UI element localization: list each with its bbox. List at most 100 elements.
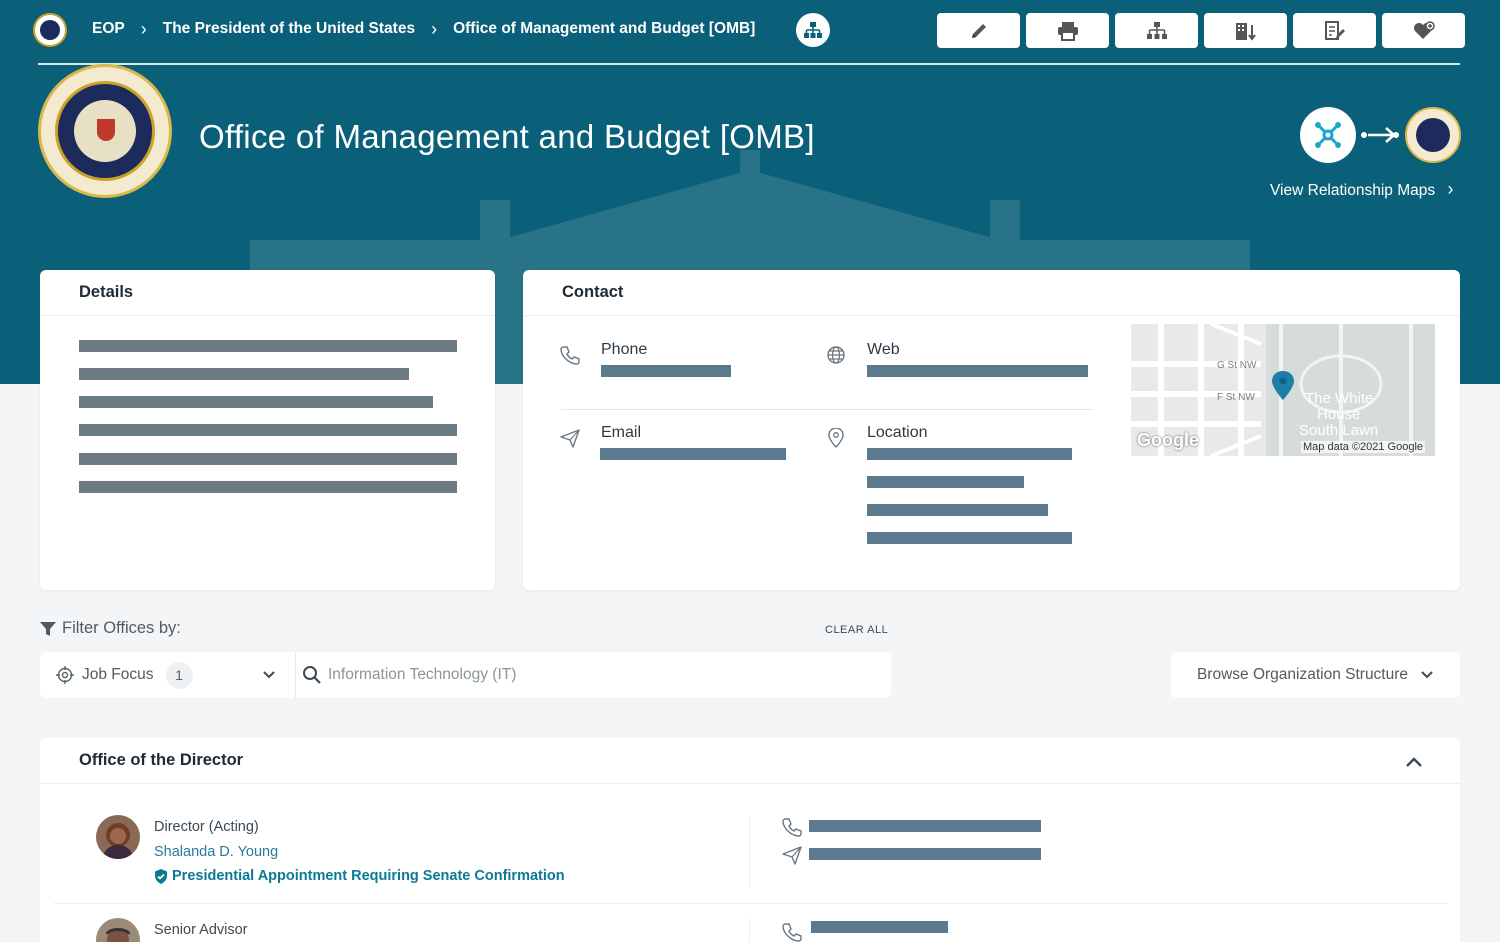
contact-heading: Contact (523, 270, 1460, 316)
browse-organization-dropdown[interactable]: Browse Organization Structure (1171, 652, 1460, 698)
breadcrumb-president[interactable]: The President of the United States (163, 20, 415, 38)
map-street-label: G St NW (1217, 360, 1257, 371)
redacted-location-line (867, 476, 1024, 488)
badge-label: Presidential Appointment Requiring Senat… (172, 868, 565, 884)
edit-button[interactable] (937, 13, 1020, 48)
redacted-location-line (867, 448, 1072, 460)
person-name-link[interactable]: Shalanda D. Young (154, 844, 278, 860)
send-icon (560, 429, 580, 448)
phone-icon (560, 346, 580, 365)
send-icon (782, 846, 802, 865)
browse-label: Browse Organization Structure (1196, 666, 1409, 683)
location-pin-icon (828, 428, 844, 448)
details-heading: Details (40, 270, 495, 316)
edit-document-button[interactable] (1293, 13, 1376, 48)
search-icon (303, 666, 321, 684)
row-divider (54, 903, 1448, 904)
relationship-link-label: View Relationship Maps (1270, 182, 1436, 199)
redacted-text-bar (79, 424, 457, 436)
avatar[interactable] (96, 918, 140, 942)
favorite-button[interactable] (1382, 13, 1465, 48)
relationship-arrow-icon (1361, 127, 1399, 143)
redacted-web (867, 365, 1088, 377)
clear-all-button[interactable]: CLEAR ALL (825, 624, 888, 636)
job-focus-dropdown[interactable]: Job Focus 1 (56, 652, 193, 698)
phone-label: Phone (601, 341, 648, 358)
web-label: Web (867, 341, 900, 358)
breadcrumb-eop[interactable]: EOP (92, 20, 125, 38)
redacted-phone (809, 820, 1041, 832)
filter-divider (295, 652, 296, 698)
heart-add-icon (1413, 20, 1435, 39)
redacted-text-bar (79, 453, 457, 465)
contact-divider (561, 409, 1094, 410)
location-map[interactable]: G St NW F St NW The White House South La… (1131, 324, 1435, 456)
header-divider (38, 63, 1460, 65)
filter-title: Filter Offices by: (62, 619, 181, 637)
map-attribution: Map data ©2021 Google (1301, 441, 1426, 453)
person-role: Senior Advisor (154, 922, 248, 938)
edit-icon (971, 23, 986, 38)
globe-icon (827, 346, 845, 364)
office-title: Office of the Director (40, 738, 1460, 784)
org-structure-button[interactable] (1115, 13, 1198, 48)
job-focus-label: Job Focus (82, 666, 154, 683)
job-focus-search-input[interactable] (328, 660, 868, 690)
relationship-map-icon[interactable] (1300, 107, 1356, 163)
map-place-label: House (1317, 406, 1361, 423)
filter-bar: Job Focus 1 (40, 652, 891, 698)
redacted-phone (601, 365, 731, 377)
breadcrumb: EOP › The President of the United States… (92, 20, 755, 38)
senate-confirmation-badge: Presidential Appointment Requiring Senat… (154, 868, 565, 884)
chevron-down-icon[interactable] (262, 668, 276, 682)
map-place-label: The White (1305, 390, 1374, 407)
redacted-phone (811, 921, 948, 933)
shield-check-icon (155, 868, 167, 884)
print-icon (1057, 21, 1078, 41)
redacted-text-bar (79, 396, 433, 408)
avatar[interactable] (96, 815, 140, 859)
email-label: Email (601, 424, 642, 441)
phone-icon (782, 818, 802, 837)
details-card: Details (40, 270, 495, 590)
breadcrumb-omb[interactable]: Office of Management and Budget [OMB] (453, 20, 755, 38)
redacted-text-bar (79, 368, 409, 380)
omb-seal-logo (38, 64, 172, 198)
column-divider (749, 816, 750, 888)
redacted-text-bar (79, 481, 457, 493)
eop-seal-icon[interactable] (33, 13, 67, 47)
chevron-up-icon[interactable] (1405, 755, 1423, 769)
filter-heading: Filter Offices by: (40, 619, 181, 638)
redacted-email (809, 848, 1041, 860)
building-sort-button[interactable] (1204, 13, 1287, 48)
toolbar (937, 13, 1465, 48)
breadcrumb-separator: › (431, 19, 438, 39)
document-edit-icon (1324, 20, 1345, 40)
eop-seal-icon[interactable] (1405, 107, 1461, 163)
person-role: Director (Acting) (154, 819, 259, 835)
phone-icon (782, 923, 802, 942)
map-street-label: F St NW (1217, 392, 1255, 403)
column-divider (749, 918, 750, 942)
org-chart-icon (1146, 21, 1167, 39)
print-button[interactable] (1026, 13, 1109, 48)
redacted-location-line (867, 504, 1048, 516)
redacted-email (600, 448, 786, 460)
office-section: Office of the Director Director (Acting)… (40, 738, 1460, 942)
job-focus-count-badge: 1 (165, 661, 193, 689)
contact-card: Contact Phone Web Email Location G St NW… (523, 270, 1460, 590)
map-place-label: South Lawn (1299, 422, 1379, 439)
breadcrumb-separator: › (140, 19, 147, 39)
building-icon (1235, 22, 1256, 41)
location-label: Location (867, 424, 928, 441)
page-title: Office of Management and Budget [OMB] (199, 118, 815, 155)
filter-icon (40, 621, 56, 636)
target-icon (56, 666, 74, 684)
org-chart-icon[interactable] (796, 13, 830, 47)
redacted-text-bar (79, 340, 457, 352)
redacted-location-line (867, 532, 1072, 544)
google-logo: Google (1137, 430, 1199, 450)
view-relationship-maps-link[interactable]: View Relationship Maps › (1270, 179, 1453, 200)
chevron-right-icon: › (1447, 179, 1454, 199)
chevron-down-icon (1421, 671, 1433, 679)
